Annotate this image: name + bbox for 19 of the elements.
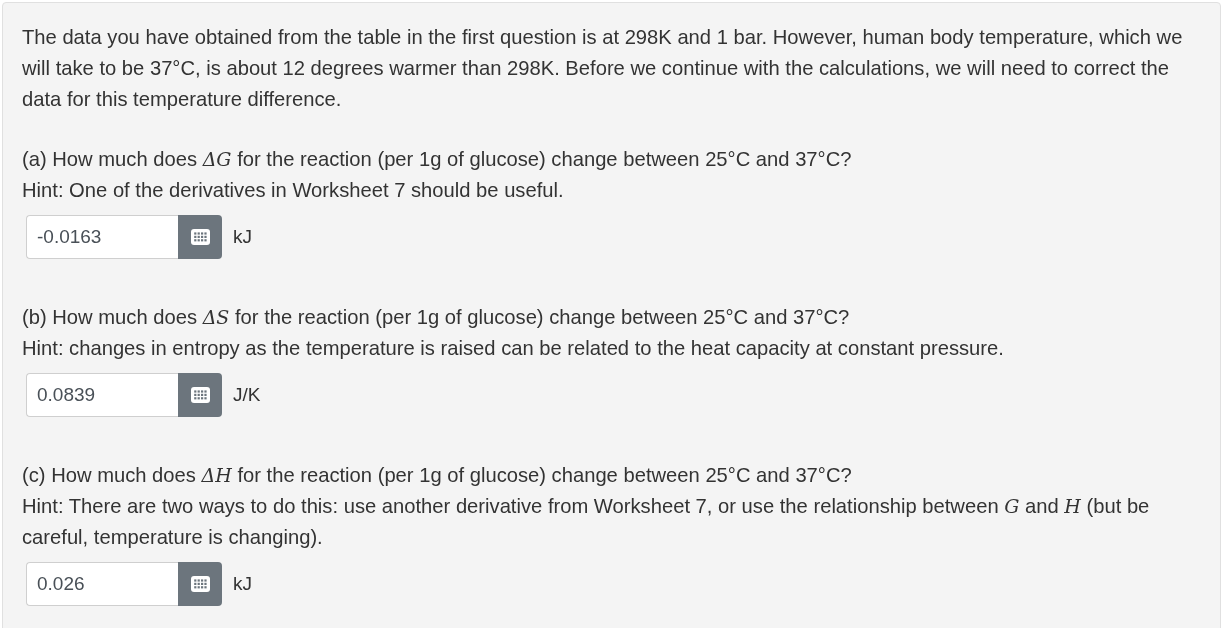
- keypad-button[interactable]: [178, 562, 222, 606]
- answer-field[interactable]: -0.0163: [26, 215, 178, 259]
- unit-label: kJ: [233, 226, 252, 248]
- question-text: (a) How much does ΔG for the reaction (per 1g of glucose) change between 25°C and 37°C?: [22, 147, 853, 172]
- keypad-icon: [190, 229, 210, 245]
- keypad-icon: [190, 576, 210, 592]
- keypad-icon: [190, 387, 210, 403]
- answer-field[interactable]: 0.026: [26, 562, 178, 606]
- unit-label: J/K: [233, 384, 261, 406]
- question-text: (c) How much does ΔH for the reaction (per 1g of glucose) change between 25°C and 37°C?: [22, 463, 853, 488]
- keypad-button[interactable]: [178, 373, 222, 417]
- hint-text: Hint: There are two ways to do this: use another derivative from Worksheet 7, or use the relationship between G and H (but be careful, temperature is changing).: [22, 494, 1151, 550]
- intro-paragraph: The data you have obtained from the table in the first question is at 298K and 1 bar. However, human body temperature, which we will take to be 37°C, is about 12 degrees warmer than 298K. Before we continue with the calculations, we will need to correct the data for this temperature difference.: [22, 25, 1184, 112]
- question-text: (b) How much does ΔS for the reaction (per 1g of glucose) change between 25°C and 37°C?: [22, 305, 851, 330]
- unit-label: kJ: [233, 573, 252, 595]
- hint-text: Hint: One of the derivatives in Worksheet 7 should be useful.: [22, 178, 565, 203]
- hint-text: Hint: changes in entropy as the temperature is raised can be related to the heat capacity at constant pressure.: [22, 336, 1005, 361]
- answer-field[interactable]: 0.0839: [26, 373, 178, 417]
- keypad-button[interactable]: [178, 215, 222, 259]
